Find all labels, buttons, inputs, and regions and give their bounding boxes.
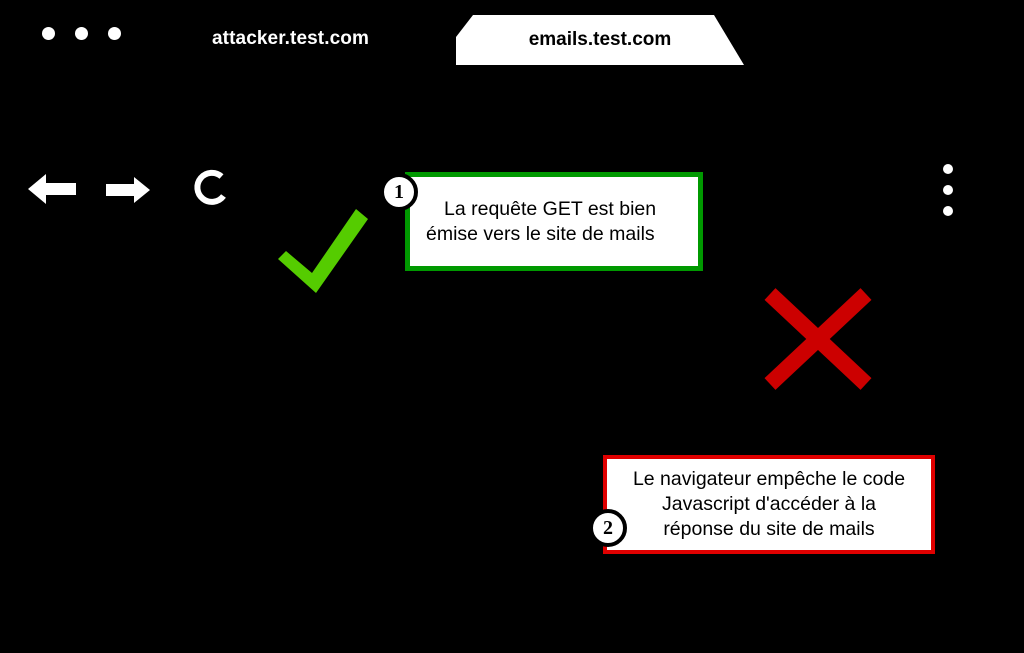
callout-green-line-2: émise vers le site de mails (426, 222, 655, 245)
tab-emails[interactable]: emails.test.com (452, 15, 744, 65)
tab-strip: attacker.test.com emails.test.com (0, 0, 1024, 66)
cross-mark-icon (764, 288, 872, 390)
reload-icon[interactable] (188, 166, 234, 212)
callout-red-badge: 2 (589, 509, 627, 547)
callout-red-line-3: réponse du site de mails (663, 518, 875, 540)
callout-green-line-1: La requête GET est bien (444, 197, 657, 220)
navigation-toolbar (0, 78, 1024, 216)
forward-arrow-icon[interactable] (104, 172, 152, 208)
tab-emails-label: emails.test.com (528, 29, 672, 50)
check-mark-icon (278, 209, 368, 293)
tab-attacker[interactable]: attacker.test.com (212, 28, 369, 50)
browser-window: attacker.test.com emails.test.com La req… (0, 0, 1024, 653)
callout-green: La requête GET est bien émise vers le si… (405, 172, 703, 271)
back-arrow-icon[interactable] (26, 166, 78, 212)
callout-red-line-1: Le navigateur empêche le code (632, 468, 906, 490)
callout-red-line-2: Javascript d'accéder à la (662, 493, 876, 515)
callout-red: Le navigateur empêche le code Javascript… (603, 455, 935, 554)
callout-green-badge: 1 (380, 173, 418, 211)
overflow-menu-icon[interactable] (934, 160, 962, 220)
